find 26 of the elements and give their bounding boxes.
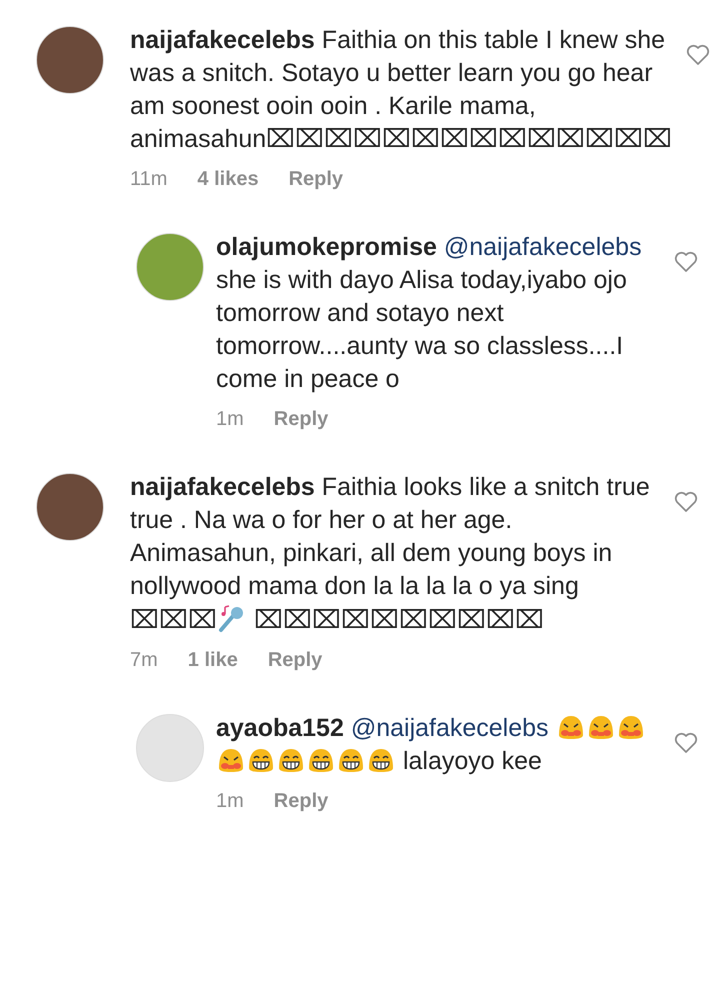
comment-text: naijafakecelebs Faithia looks like a snitch true true . Na wa o for her o at her age. Animasahun, pinkari, all dem young boys in nollywood mama don la la la la o ya sing ⌧⌧⌧ ⌧⌧⌧⌧⌧⌧⌧⌧⌧⌧ [130, 472, 651, 636]
comment-text: olajumokepromise @naijafakecelebs she is with dayo Alisa today,iyabo ojo tomorrow and sotayo next tomorrow....aunty wa so classless....I come in peace o [216, 232, 643, 395]
heart-icon[interactable] [674, 732, 698, 754]
timestamp: 7m [130, 649, 158, 672]
mention-link[interactable]: @naijafakecelebs [350, 714, 549, 742]
reply-link[interactable]: Reply [274, 408, 328, 431]
reply-link[interactable]: Reply [274, 790, 328, 813]
likes-count[interactable]: 4 likes [197, 168, 259, 191]
comment-text: ayaoba152 @naijafakecelebs lalayoyo kee [216, 712, 660, 778]
mention-link[interactable]: @naijafakecelebs [444, 233, 642, 261]
timestamp: 1m [216, 790, 244, 813]
heart-icon[interactable] [686, 44, 710, 66]
grinning-face-icon [336, 746, 366, 774]
reply-link[interactable]: Reply [268, 649, 322, 672]
comment-text: naijafakecelebs Faithia on this table I knew she was a snitch. Sotayo u better learn you go hear am soonest ooin ooin . Karile mama, animasahun⌧⌧⌧⌧⌧⌧⌧⌧⌧⌧⌧⌧⌧⌧ [130, 25, 672, 155]
grinning-face-icon [246, 746, 276, 774]
likes-count[interactable]: 1 like [188, 649, 238, 672]
timestamp: 1m [216, 408, 244, 431]
persevering-face-icon [216, 746, 246, 774]
grinning-face-icon [366, 746, 396, 774]
heart-icon[interactable] [674, 251, 698, 273]
heart-icon[interactable] [674, 491, 698, 513]
reply-link[interactable]: Reply [288, 168, 344, 191]
grinning-face-icon [276, 746, 306, 774]
grinning-face-icon [306, 746, 336, 774]
timestamp: 11m [130, 168, 168, 191]
